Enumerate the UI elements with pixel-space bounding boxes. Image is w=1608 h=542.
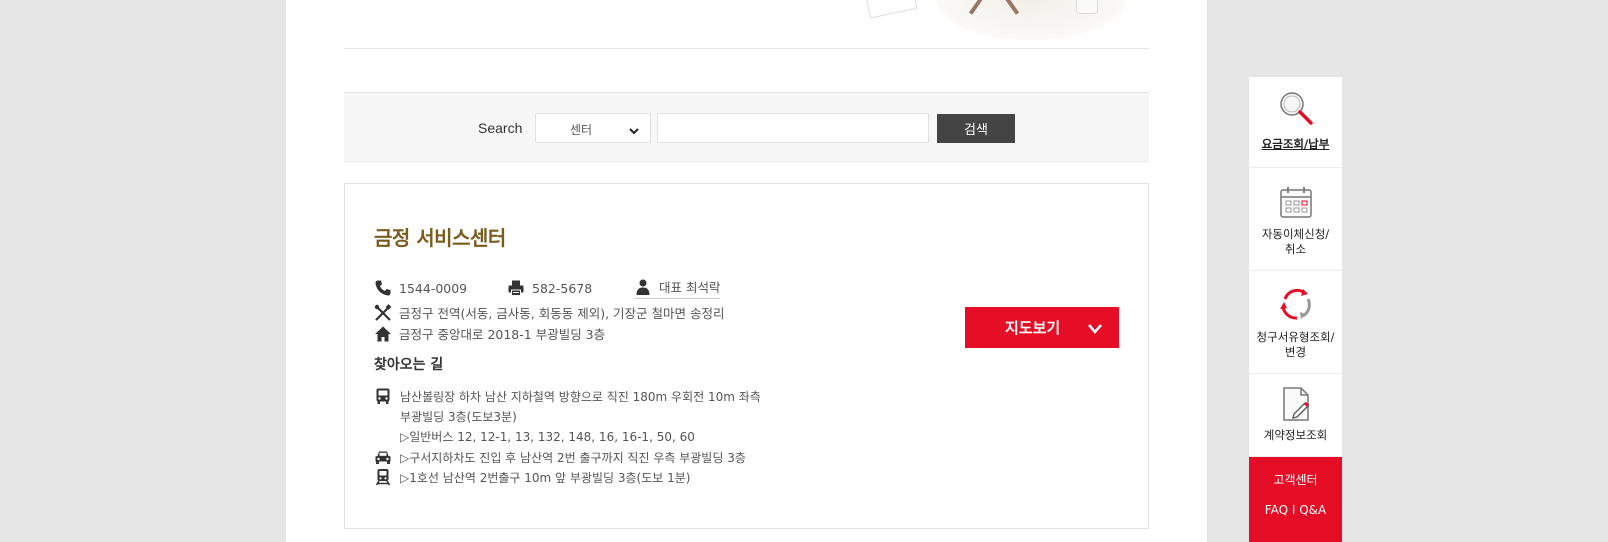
phone-number: 1544-0009 bbox=[399, 280, 468, 296]
chevron-down-icon bbox=[628, 122, 640, 135]
directions-train: ▷1호선 남산역 2번출구 10m 앞 부광빌딩 3층(도보 1분) bbox=[374, 468, 690, 488]
search-type-value: 센터 bbox=[570, 123, 593, 137]
faq-qna-links[interactable]: FAQ I Q&A bbox=[1249, 503, 1342, 517]
train-direction-line: ▷1호선 남산역 2번출구 10m 앞 부광빌딩 3층(도보 1분) bbox=[400, 471, 691, 485]
quick-menu-bill-type[interactable]: 청구서유형조회/ 변경 bbox=[1249, 271, 1342, 374]
service-area-text: 금정구 전역(서동, 금사동, 회동동 제외), 기장군 철마면 송정리 bbox=[399, 306, 725, 321]
content-page: Search 센터 검색 금정 서비스센터 1544-0009 582-5678 bbox=[286, 0, 1207, 542]
banner-decoration bbox=[826, 0, 1156, 44]
search-label: Search bbox=[478, 120, 523, 136]
bus-direction-line: 남산볼링장 하차 남산 지하철역 방향으로 직진 180m 우회전 10m 좌측 bbox=[400, 390, 761, 404]
quick-menu-label: 자동이체신청/ 취소 bbox=[1261, 227, 1330, 256]
phone-item: 1544-0009 bbox=[374, 279, 507, 297]
center-title: 금정 서비스센터 bbox=[374, 226, 506, 250]
view-map-label: 지도보기 bbox=[1005, 319, 1061, 337]
directions-car: ▷구서지하차도 진입 후 남산역 2번 출구까지 직진 우측 부광빌딩 3층 bbox=[374, 448, 746, 468]
customer-center-link[interactable]: 고객센터 bbox=[1249, 471, 1342, 488]
car-icon bbox=[374, 448, 392, 466]
fax-icon bbox=[507, 279, 525, 297]
search-type-select[interactable]: 센터 bbox=[535, 113, 651, 143]
view-map-button[interactable]: 지도보기 bbox=[965, 307, 1119, 348]
bus-direction-line: ▷일반버스 12, 12-1, 13, 132, 148, 16, 16-1, … bbox=[400, 430, 695, 444]
chevron-down-icon bbox=[1087, 321, 1103, 334]
quick-menu-label: 계약정보조회 bbox=[1263, 428, 1328, 442]
phone-icon bbox=[374, 279, 392, 297]
representative-name: 대표 최석락 bbox=[659, 280, 721, 295]
divider bbox=[344, 48, 1149, 49]
quick-menu-label: 요금조회/납부 bbox=[1261, 137, 1330, 151]
glass-image bbox=[1076, 0, 1098, 14]
train-icon bbox=[374, 468, 392, 486]
quick-menu-contract-info[interactable]: 계약정보조회 bbox=[1249, 374, 1342, 457]
home-icon bbox=[374, 325, 392, 343]
contact-row: 1544-0009 582-5678 대표 최석락 bbox=[374, 277, 721, 299]
refresh-cycle-icon bbox=[1277, 285, 1315, 323]
quick-menu-fee-payment[interactable]: 요금조회/납부 bbox=[1249, 77, 1342, 168]
tools-icon bbox=[374, 303, 392, 322]
customer-center-box: 고객센터 FAQ I Q&A bbox=[1249, 457, 1342, 542]
service-center-card: 금정 서비스센터 1544-0009 582-5678 대표 최석락 금정구 전… bbox=[344, 183, 1149, 529]
magnifier-icon bbox=[1277, 89, 1315, 127]
directions-title: 찾아오는 길 bbox=[374, 357, 444, 373]
envelope-image bbox=[862, 0, 918, 19]
search-button[interactable]: 검색 bbox=[937, 114, 1015, 143]
calendar-icon bbox=[1277, 184, 1315, 222]
bus-icon bbox=[374, 387, 392, 405]
document-pen-icon bbox=[1277, 385, 1315, 423]
search-input[interactable] bbox=[657, 113, 929, 143]
person-icon bbox=[634, 278, 652, 296]
search-bar: Search 센터 검색 bbox=[344, 92, 1149, 162]
directions-bus: 남산볼링장 하차 남산 지하철역 방향으로 직진 180m 우회전 10m 좌측… bbox=[374, 387, 761, 447]
car-direction-line: ▷구서지하차도 진입 후 남산역 2번 출구까지 직진 우측 부광빌딩 3층 bbox=[400, 451, 746, 465]
quick-menu: 요금조회/납부 자동이체신청/ 취소 청구서유형조회/ 변경 계약정보조회 고객… bbox=[1249, 77, 1342, 542]
address-text: 금정구 중앙대로 2018-1 부광빌딩 3층 bbox=[399, 327, 606, 342]
address-row: 금정구 중앙대로 2018-1 부광빌딩 3층 bbox=[374, 324, 605, 343]
service-area-row: 금정구 전역(서동, 금사동, 회동동 제외), 기장군 철마면 송정리 bbox=[374, 303, 725, 322]
fax-number: 582-5678 bbox=[532, 280, 593, 296]
quick-menu-label: 청구서유형조회/ 변경 bbox=[1256, 330, 1335, 359]
bus-direction-line: 부광빌딩 3층(도보3분) bbox=[400, 410, 517, 424]
quick-menu-auto-transfer[interactable]: 자동이체신청/ 취소 bbox=[1249, 168, 1342, 271]
fax-item: 582-5678 bbox=[507, 279, 634, 297]
representative-item: 대표 최석락 bbox=[634, 277, 721, 299]
